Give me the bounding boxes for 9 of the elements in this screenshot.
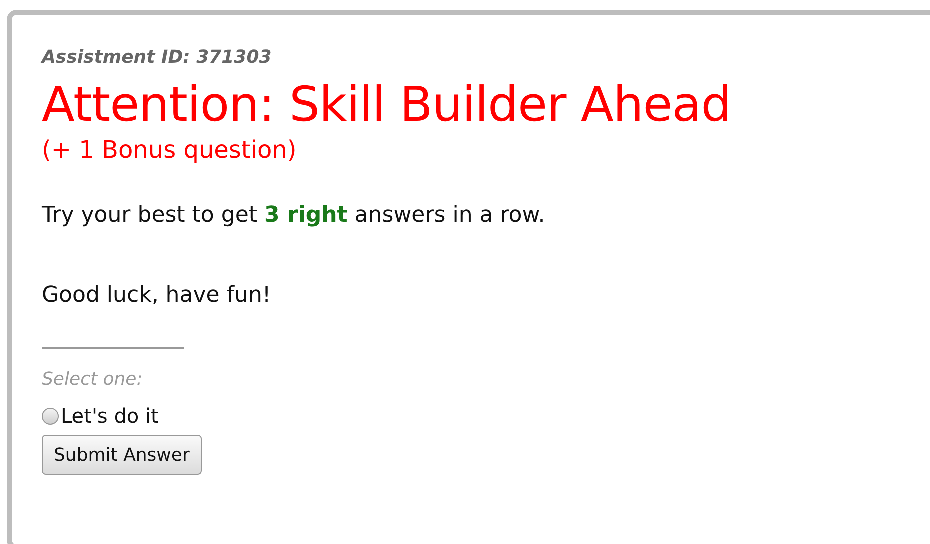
assistment-id: Assistment ID: 371303 — [42, 46, 273, 70]
radio-button[interactable] — [42, 408, 59, 424]
submit-button[interactable]: Submit Answer — [42, 435, 202, 475]
instruction-text: Good luck, have fun! — [42, 282, 272, 310]
instruction-text: Try your best to get 3 right answers in a row. — [42, 202, 546, 230]
bonus-note: (+ 1 Bonus question) — [42, 135, 298, 165]
option-label[interactable]: Let's do it — [61, 403, 159, 429]
page-title: Attention: Skill Builder Ahead — [42, 76, 732, 135]
select-prompt: Select one: — [42, 368, 144, 392]
